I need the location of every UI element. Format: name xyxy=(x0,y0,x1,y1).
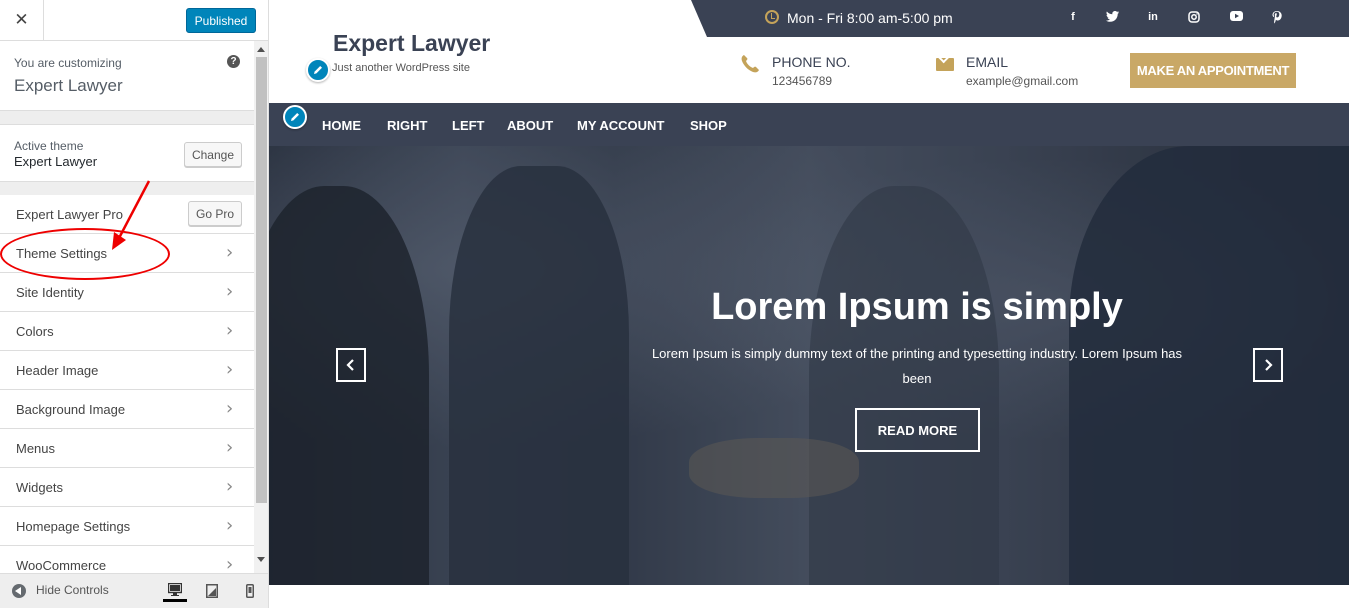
chevron-right-icon: › xyxy=(226,476,234,497)
site-tagline: Just another WordPress site xyxy=(332,62,470,74)
phone-number: 123456789 xyxy=(772,74,833,88)
customizing-info: You are customizing Expert Lawyer ? xyxy=(0,41,254,111)
active-theme-label: Active theme xyxy=(14,139,84,153)
email-label: EMAIL xyxy=(966,54,1009,70)
youtube-icon[interactable] xyxy=(1229,11,1243,24)
close-icon[interactable]: ✕ xyxy=(0,0,44,40)
section-background-image[interactable]: Background Image › xyxy=(0,390,254,429)
chevron-right-icon xyxy=(1265,359,1273,371)
annotation-arrow-icon xyxy=(112,180,151,250)
chevron-right-icon: › xyxy=(226,554,234,573)
chevron-right-icon: › xyxy=(226,359,234,380)
twitter-icon[interactable] xyxy=(1105,11,1119,25)
linkedin-icon[interactable]: in xyxy=(1146,11,1160,23)
tablet-preview-icon[interactable] xyxy=(200,580,224,602)
instagram-icon[interactable] xyxy=(1187,11,1201,26)
section-label: Menus xyxy=(16,441,56,456)
sidebar-scrollbar[interactable] xyxy=(254,41,268,573)
section-label: WooCommerce xyxy=(16,558,107,573)
main-navigation: HOME RIGHT LEFT ABOUT MY ACCOUNT SHOP xyxy=(269,103,1349,146)
customizing-label: You are customizing xyxy=(14,56,122,70)
section-colors[interactable]: Colors › xyxy=(0,312,254,351)
section-widgets[interactable]: Widgets › xyxy=(0,468,254,507)
phone-label: PHONE NO. xyxy=(772,54,851,70)
go-pro-button[interactable]: Go Pro xyxy=(188,201,242,226)
section-label: Colors xyxy=(16,324,54,339)
desktop-preview-icon[interactable] xyxy=(163,580,187,602)
section-label: Background Image xyxy=(16,402,126,417)
chevron-right-icon: › xyxy=(226,320,234,341)
nav-left[interactable]: LEFT xyxy=(452,118,485,133)
customizing-site-name: Expert Lawyer xyxy=(14,76,123,95)
site-preview: Mon - Fri 8:00 am-5:00 pm f in Expert La… xyxy=(269,0,1349,608)
mobile-preview-icon[interactable] xyxy=(238,580,262,602)
hero-title: Lorem Ipsum is simply xyxy=(711,286,1123,328)
hide-controls-label[interactable]: Hide Controls xyxy=(36,583,109,597)
scrollbar-thumb[interactable] xyxy=(256,57,267,503)
site-title[interactable]: Expert Lawyer xyxy=(333,30,490,57)
section-label: Homepage Settings xyxy=(16,519,131,534)
customizer-sidebar: ✕ Published You are customizing Expert L… xyxy=(0,0,269,608)
envelope-icon xyxy=(936,58,954,71)
chevron-left-icon xyxy=(346,359,354,371)
hero-text: Lorem Ipsum is simply dummy text of the … xyxy=(651,346,1183,386)
nav-my-account[interactable]: MY ACCOUNT xyxy=(577,118,664,133)
help-icon[interactable]: ? xyxy=(227,55,240,68)
chevron-right-icon: › xyxy=(226,515,234,536)
slider-prev-button[interactable] xyxy=(336,348,366,382)
customizer-footer: Hide Controls xyxy=(0,573,268,608)
opening-hours: Mon - Fri 8:00 am-5:00 pm xyxy=(787,10,953,26)
customizer-header: ✕ Published xyxy=(0,0,268,41)
nav-shop[interactable]: SHOP xyxy=(690,118,727,133)
email-address: example@gmail.com xyxy=(966,74,1079,88)
nav-right[interactable]: RIGHT xyxy=(387,118,427,133)
clock-icon xyxy=(765,10,779,24)
pinterest-icon[interactable] xyxy=(1270,11,1284,27)
change-theme-button[interactable]: Change xyxy=(184,142,242,167)
scroll-up-icon[interactable] xyxy=(257,47,265,52)
edit-pencil-icon[interactable] xyxy=(306,58,330,82)
scroll-down-icon[interactable] xyxy=(257,557,265,562)
chevron-right-icon: › xyxy=(226,437,234,458)
chevron-right-icon: › xyxy=(226,242,234,263)
read-more-button[interactable]: READ MORE xyxy=(855,408,980,452)
section-site-identity[interactable]: Site Identity › xyxy=(0,273,254,312)
section-homepage-settings[interactable]: Homepage Settings › xyxy=(0,507,254,546)
active-theme-name: Expert Lawyer xyxy=(14,154,98,169)
hero-slider: Lorem Ipsum is simply Lorem Ipsum is sim… xyxy=(269,146,1349,585)
chevron-right-icon: › xyxy=(226,398,234,419)
slider-next-button[interactable] xyxy=(1253,348,1283,382)
active-theme-panel: Active theme Expert Lawyer Change xyxy=(0,124,254,182)
section-label: Site Identity xyxy=(16,285,84,300)
section-woocommerce[interactable]: WooCommerce › xyxy=(0,546,254,573)
make-appointment-button[interactable]: MAKE AN APPOINTMENT xyxy=(1130,53,1296,88)
hide-controls-icon[interactable] xyxy=(12,584,26,598)
edit-menu-pencil-icon[interactable] xyxy=(283,105,307,129)
section-menus[interactable]: Menus › xyxy=(0,429,254,468)
published-button[interactable]: Published xyxy=(186,8,256,33)
section-header-image[interactable]: Header Image › xyxy=(0,351,254,390)
customizer-panel: You are customizing Expert Lawyer ? Acti… xyxy=(0,41,254,573)
section-label: Header Image xyxy=(16,363,99,378)
nav-home[interactable]: HOME xyxy=(322,118,361,133)
section-label: Widgets xyxy=(16,480,63,495)
nav-about[interactable]: ABOUT xyxy=(507,118,553,133)
chevron-right-icon: › xyxy=(226,281,234,302)
phone-icon xyxy=(741,55,759,73)
facebook-icon[interactable]: f xyxy=(1066,11,1080,23)
